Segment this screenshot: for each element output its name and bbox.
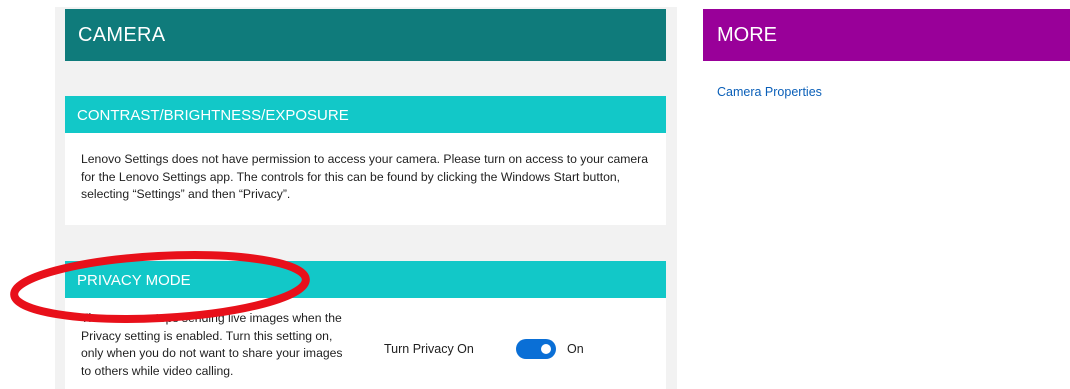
camera-properties-link[interactable]: Camera Properties [717,85,822,99]
privacy-section-header: PRIVACY MODE [65,261,666,298]
contrast-section-body: Lenovo Settings does not have permission… [65,133,666,225]
toggle-knob [541,344,551,354]
more-title: MORE [717,24,777,46]
privacy-toggle-state: On [567,342,584,356]
camera-title: CAMERA [78,24,166,46]
privacy-toggle-label: Turn Privacy On [384,342,474,356]
camera-header: CAMERA [65,9,666,61]
privacy-toggle-switch[interactable] [516,339,556,359]
more-header: MORE [703,9,1070,61]
privacy-section-body: The camera stops sending live images whe… [65,298,666,389]
camera-permission-message: Lenovo Settings does not have permission… [81,152,649,201]
privacy-description: The camera stops sending live images whe… [81,311,343,378]
contrast-section-header: CONTRAST/BRIGHTNESS/EXPOSURE [65,96,666,133]
contrast-section-title: CONTRAST/BRIGHTNESS/EXPOSURE [77,107,349,124]
more-panel: Camera Properties [703,61,1070,113]
privacy-section-title: PRIVACY MODE [77,272,191,289]
